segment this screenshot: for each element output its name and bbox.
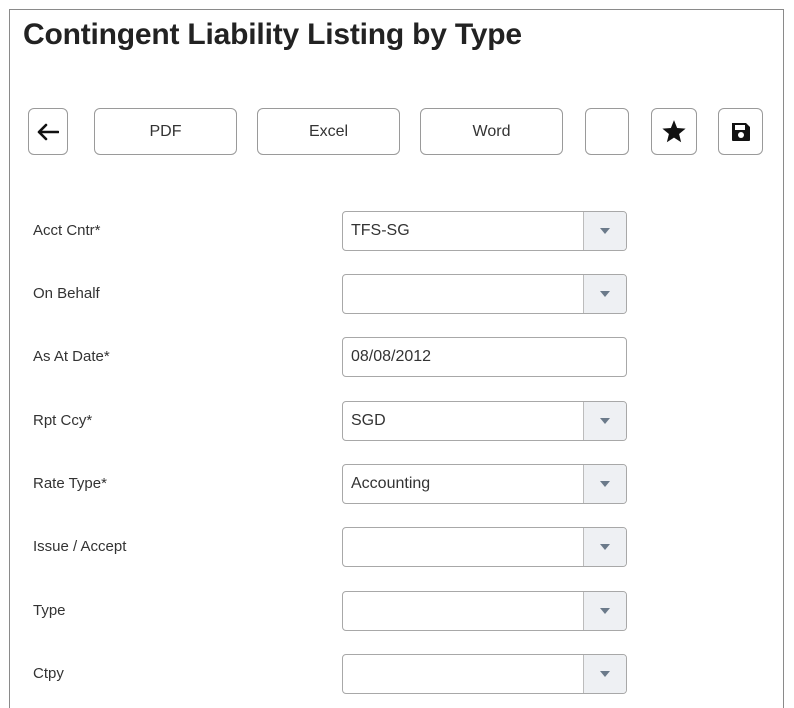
on-behalf-select[interactable] (342, 274, 627, 314)
favorite-button[interactable] (651, 108, 697, 155)
on-behalf-label: On Behalf (33, 285, 100, 302)
as-at-date-value: 08/08/2012 (351, 348, 432, 365)
type-dropdown-toggle[interactable] (583, 592, 626, 630)
rpt-ccy-select[interactable]: SGD (342, 401, 627, 441)
rate-type-select[interactable]: Accounting (342, 464, 627, 504)
acct-cntr-label: Acct Cntr* (33, 222, 101, 239)
ctpy-label: Ctpy (33, 665, 64, 682)
caret-down-icon (600, 544, 610, 550)
caret-down-icon (600, 291, 610, 297)
caret-down-icon (600, 481, 610, 487)
rate-type-label: Rate Type* (33, 475, 107, 492)
word-button[interactable]: Word (420, 108, 563, 155)
caret-down-icon (600, 608, 610, 614)
blank-button[interactable] (585, 108, 629, 155)
acct-cntr-dropdown-toggle[interactable] (583, 212, 626, 250)
on-behalf-dropdown-toggle[interactable] (583, 275, 626, 313)
arrow-left-icon (37, 123, 59, 141)
type-select[interactable] (342, 591, 627, 631)
pdf-button[interactable]: PDF (94, 108, 237, 155)
caret-down-icon (600, 671, 610, 677)
on-behalf-value (343, 275, 583, 313)
issue-accept-value (343, 528, 583, 566)
ctpy-select[interactable] (342, 654, 627, 694)
caret-down-icon (600, 228, 610, 234)
rpt-ccy-value: SGD (351, 412, 386, 429)
star-icon (661, 119, 687, 144)
type-label: Type (33, 602, 66, 619)
issue-accept-label: Issue / Accept (33, 538, 127, 555)
rpt-ccy-label: Rpt Ccy* (33, 412, 93, 429)
excel-button[interactable]: Excel (257, 108, 400, 155)
rpt-ccy-dropdown-toggle[interactable] (583, 402, 626, 440)
back-button[interactable] (28, 108, 68, 155)
caret-down-icon (600, 418, 610, 424)
floppy-disk-icon (729, 120, 753, 144)
rate-type-value: Accounting (351, 475, 431, 492)
rate-type-dropdown-toggle[interactable] (583, 465, 626, 503)
type-value (343, 592, 583, 630)
page-title: Contingent Liability Listing by Type (23, 18, 522, 51)
issue-accept-dropdown-toggle[interactable] (583, 528, 626, 566)
issue-accept-select[interactable] (342, 527, 627, 567)
ctpy-dropdown-toggle[interactable] (583, 655, 626, 693)
as-at-date-label: As At Date* (33, 348, 110, 365)
acct-cntr-select[interactable]: TFS-SG (342, 211, 627, 251)
ctpy-value (343, 655, 583, 693)
acct-cntr-value: TFS-SG (351, 222, 410, 239)
as-at-date-input[interactable]: 08/08/2012 (342, 337, 627, 377)
save-button[interactable] (718, 108, 763, 155)
